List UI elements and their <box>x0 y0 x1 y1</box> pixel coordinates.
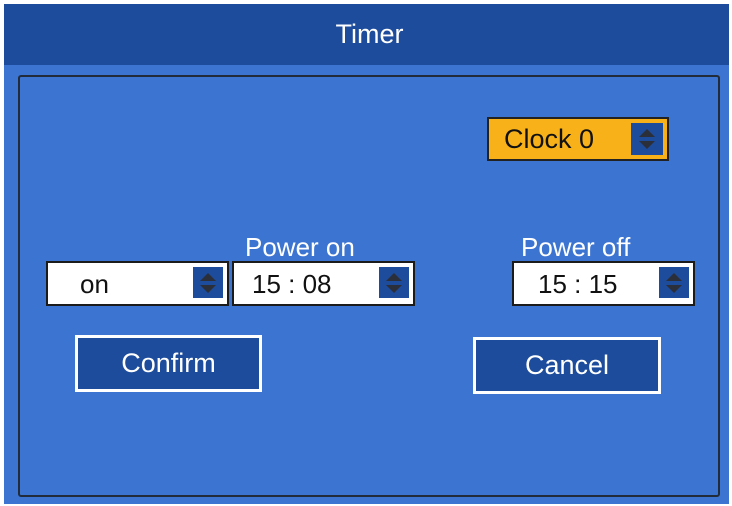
confirm-button[interactable]: Confirm <box>75 335 262 392</box>
up-down-arrows-icon[interactable] <box>193 267 223 298</box>
clock-selector[interactable]: Clock 0 <box>487 117 669 161</box>
power-off-time-field[interactable]: 15 : 15 <box>512 261 695 306</box>
power-on-time-field[interactable]: 15 : 08 <box>232 261 415 306</box>
cancel-button[interactable]: Cancel <box>473 337 661 394</box>
up-down-arrows-icon[interactable] <box>631 123 663 155</box>
title-bar: Timer <box>4 4 729 65</box>
power-on-label: Power on <box>245 232 355 262</box>
power-off-label: Power off <box>521 232 631 262</box>
window-title: Timer <box>335 19 404 49</box>
up-down-arrows-icon[interactable] <box>659 267 689 298</box>
up-down-arrows-icon[interactable] <box>379 267 409 298</box>
mode-selector[interactable]: on <box>46 261 229 306</box>
